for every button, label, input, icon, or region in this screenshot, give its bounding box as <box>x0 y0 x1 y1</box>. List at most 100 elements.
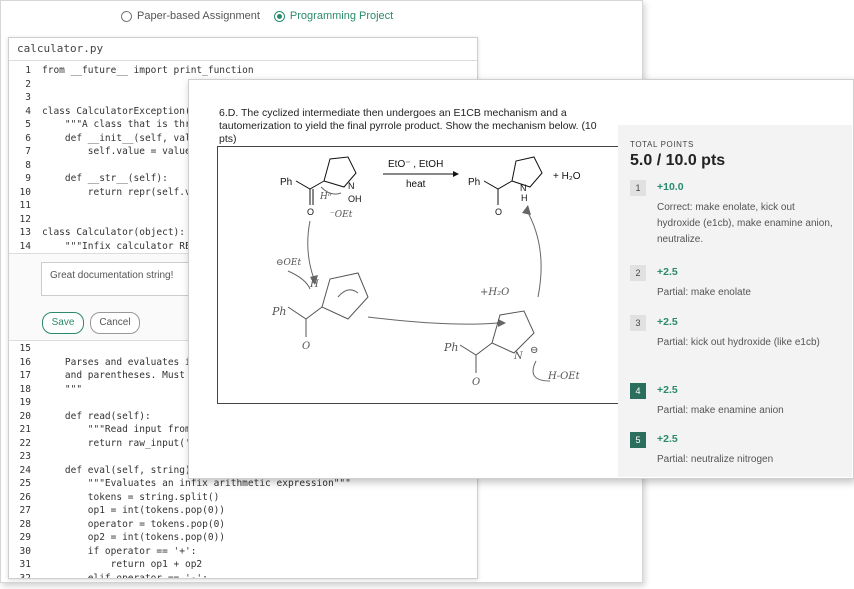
handwritten-mechanism-drawing: Ph O N OH EtO⁻ , EtOH heat Ph O N H + H₂… <box>271 156 581 388</box>
code-text: op2 = int(tokens.pop(0)) <box>42 532 226 543</box>
code-text: return repr(self.va <box>42 186 197 198</box>
code-text: def __init__(self, valu <box>42 132 197 144</box>
line-number: 6 <box>25 132 31 144</box>
hand-note: O <box>302 341 310 352</box>
code-text: tokens = string.split() <box>42 491 220 503</box>
rubric-number: 5 <box>630 432 646 448</box>
printed-water: + H₂O <box>553 171 581 182</box>
code-line[interactable]: 31 return op1 + op2 <box>9 558 477 572</box>
line-number: 29 <box>19 532 31 543</box>
code-text: op1 = int(tokens.pop(0)) <box>42 505 226 516</box>
line-number: 3 <box>25 92 31 103</box>
rubric-points: +10.0 <box>657 181 684 193</box>
hand-note: +H₂O <box>480 287 509 298</box>
total-points-label: TOTAL POINTS <box>630 140 694 149</box>
hand-note: H <box>309 279 319 290</box>
line-number: 18 <box>19 383 31 395</box>
radio-button-icon <box>121 10 132 22</box>
line-number: 7 <box>25 146 31 157</box>
hand-note: Hᵒ <box>319 192 332 202</box>
save-comment-button[interactable]: Save <box>42 312 84 334</box>
line-number: 21 <box>19 424 31 435</box>
line-number: 9 <box>25 173 31 184</box>
code-text: """Read input from <box>42 424 191 435</box>
line-number: 4 <box>25 105 31 117</box>
rubric-number: 3 <box>630 315 646 331</box>
code-text: def read(self): <box>42 410 151 422</box>
line-number: 28 <box>19 518 31 530</box>
line-number: 25 <box>19 478 31 489</box>
code-text: operator = tokens.pop(0) <box>42 518 226 530</box>
rubric-description: Partial: make enolate <box>657 287 751 298</box>
printed-ph-left: Ph <box>280 177 292 188</box>
assignment-type-radio-group: Paper-based Assignment Programming Proje… <box>121 1 393 31</box>
code-text: class Calculator(object): <box>42 227 185 238</box>
line-number: 14 <box>19 240 31 252</box>
rubric-description: Partial: neutralize nitrogen <box>657 454 774 465</box>
line-number: 22 <box>19 437 31 449</box>
line-number: 24 <box>19 464 31 476</box>
rubric-number: 2 <box>630 265 646 281</box>
reagents-top: EtO⁻ , EtOH <box>388 159 443 170</box>
line-number: 12 <box>19 213 31 225</box>
line-number: 1 <box>25 65 31 76</box>
rubric-number: 4 <box>630 383 646 399</box>
line-number: 27 <box>19 505 31 516</box>
graded-submission-card: 6.D. The cyclized intermediate then unde… <box>188 79 854 479</box>
line-number: 23 <box>19 451 31 462</box>
code-text: """ <box>42 383 83 395</box>
line-number: 20 <box>19 410 31 422</box>
line-number: 31 <box>19 559 31 570</box>
code-text: elif operator == '-': <box>42 572 208 579</box>
code-text: """A class that is throw <box>42 119 203 130</box>
printed-ph-right: Ph <box>468 177 480 188</box>
rubric-points: +2.5 <box>657 316 678 328</box>
radio-paper-based[interactable]: Paper-based Assignment <box>121 10 260 22</box>
rubric-points: +2.5 <box>657 384 678 396</box>
line-number: 2 <box>25 78 31 90</box>
total-points-value: 5.0 / 10.0 pts <box>630 152 726 169</box>
code-line[interactable]: 28 operator = tokens.pop(0) <box>9 518 477 532</box>
hand-note: ⊖OEt <box>276 258 301 268</box>
line-number: 32 <box>19 572 31 579</box>
hand-note: Ph <box>443 341 459 354</box>
rubric-number: 1 <box>630 180 646 196</box>
line-number: 26 <box>19 491 31 503</box>
printed-nh-n: N <box>520 183 527 193</box>
line-number: 11 <box>19 200 31 211</box>
code-text: def eval(self, string): <box>42 464 197 476</box>
code-text: if operator == '+': <box>42 545 197 557</box>
radio-label: Programming Project <box>289 10 394 22</box>
code-line[interactable]: 25 """Evaluates an infix arithmetic expr… <box>9 477 477 491</box>
code-text: """Infix calculator REP <box>42 240 197 252</box>
printed-o-right: O <box>495 207 502 217</box>
line-number: 19 <box>19 397 31 408</box>
hand-note: Ph <box>271 305 287 318</box>
code-text: return op1 + op2 <box>42 559 203 570</box>
scanned-answer-region: Ph O N OH EtO⁻ , EtOH heat Ph O N H + H₂… <box>217 146 619 404</box>
code-line[interactable]: 30 if operator == '+': <box>9 545 477 559</box>
code-line[interactable]: 32 elif operator == '-': <box>9 572 477 579</box>
code-line[interactable]: 29 op2 = int(tokens.pop(0)) <box>9 531 477 545</box>
code-line[interactable]: 26 tokens = string.split() <box>9 491 477 505</box>
hand-note: N <box>513 351 524 362</box>
hand-note: ⊖ <box>530 345 538 356</box>
rubric-points: +2.5 <box>657 266 678 278</box>
line-number: 8 <box>25 159 31 171</box>
cancel-comment-button[interactable]: Cancel <box>90 312 140 334</box>
rubric-description: Partial: make enamine anion <box>657 405 784 416</box>
code-line[interactable]: 27 op1 = int(tokens.pop(0)) <box>9 504 477 518</box>
printed-o-left: O <box>307 207 314 217</box>
radio-programming-project[interactable]: Programming Project <box>273 10 394 22</box>
file-name-tab[interactable]: calculator.py <box>9 38 477 61</box>
radio-button-selected-icon <box>273 10 285 22</box>
line-number: 30 <box>19 545 31 557</box>
line-number: 13 <box>19 227 31 238</box>
code-text: and parentheses. Must o <box>42 370 197 381</box>
code-text: class CalculatorException(E <box>42 105 197 117</box>
question-text: 6.D. The cyclized intermediate then unde… <box>219 107 597 145</box>
code-line[interactable]: 1 from __future__ import print_function <box>9 64 477 78</box>
printed-nh-h: H <box>521 193 528 203</box>
code-text: from __future__ import print_function <box>42 65 254 76</box>
radio-label: Paper-based Assignment <box>137 10 260 22</box>
